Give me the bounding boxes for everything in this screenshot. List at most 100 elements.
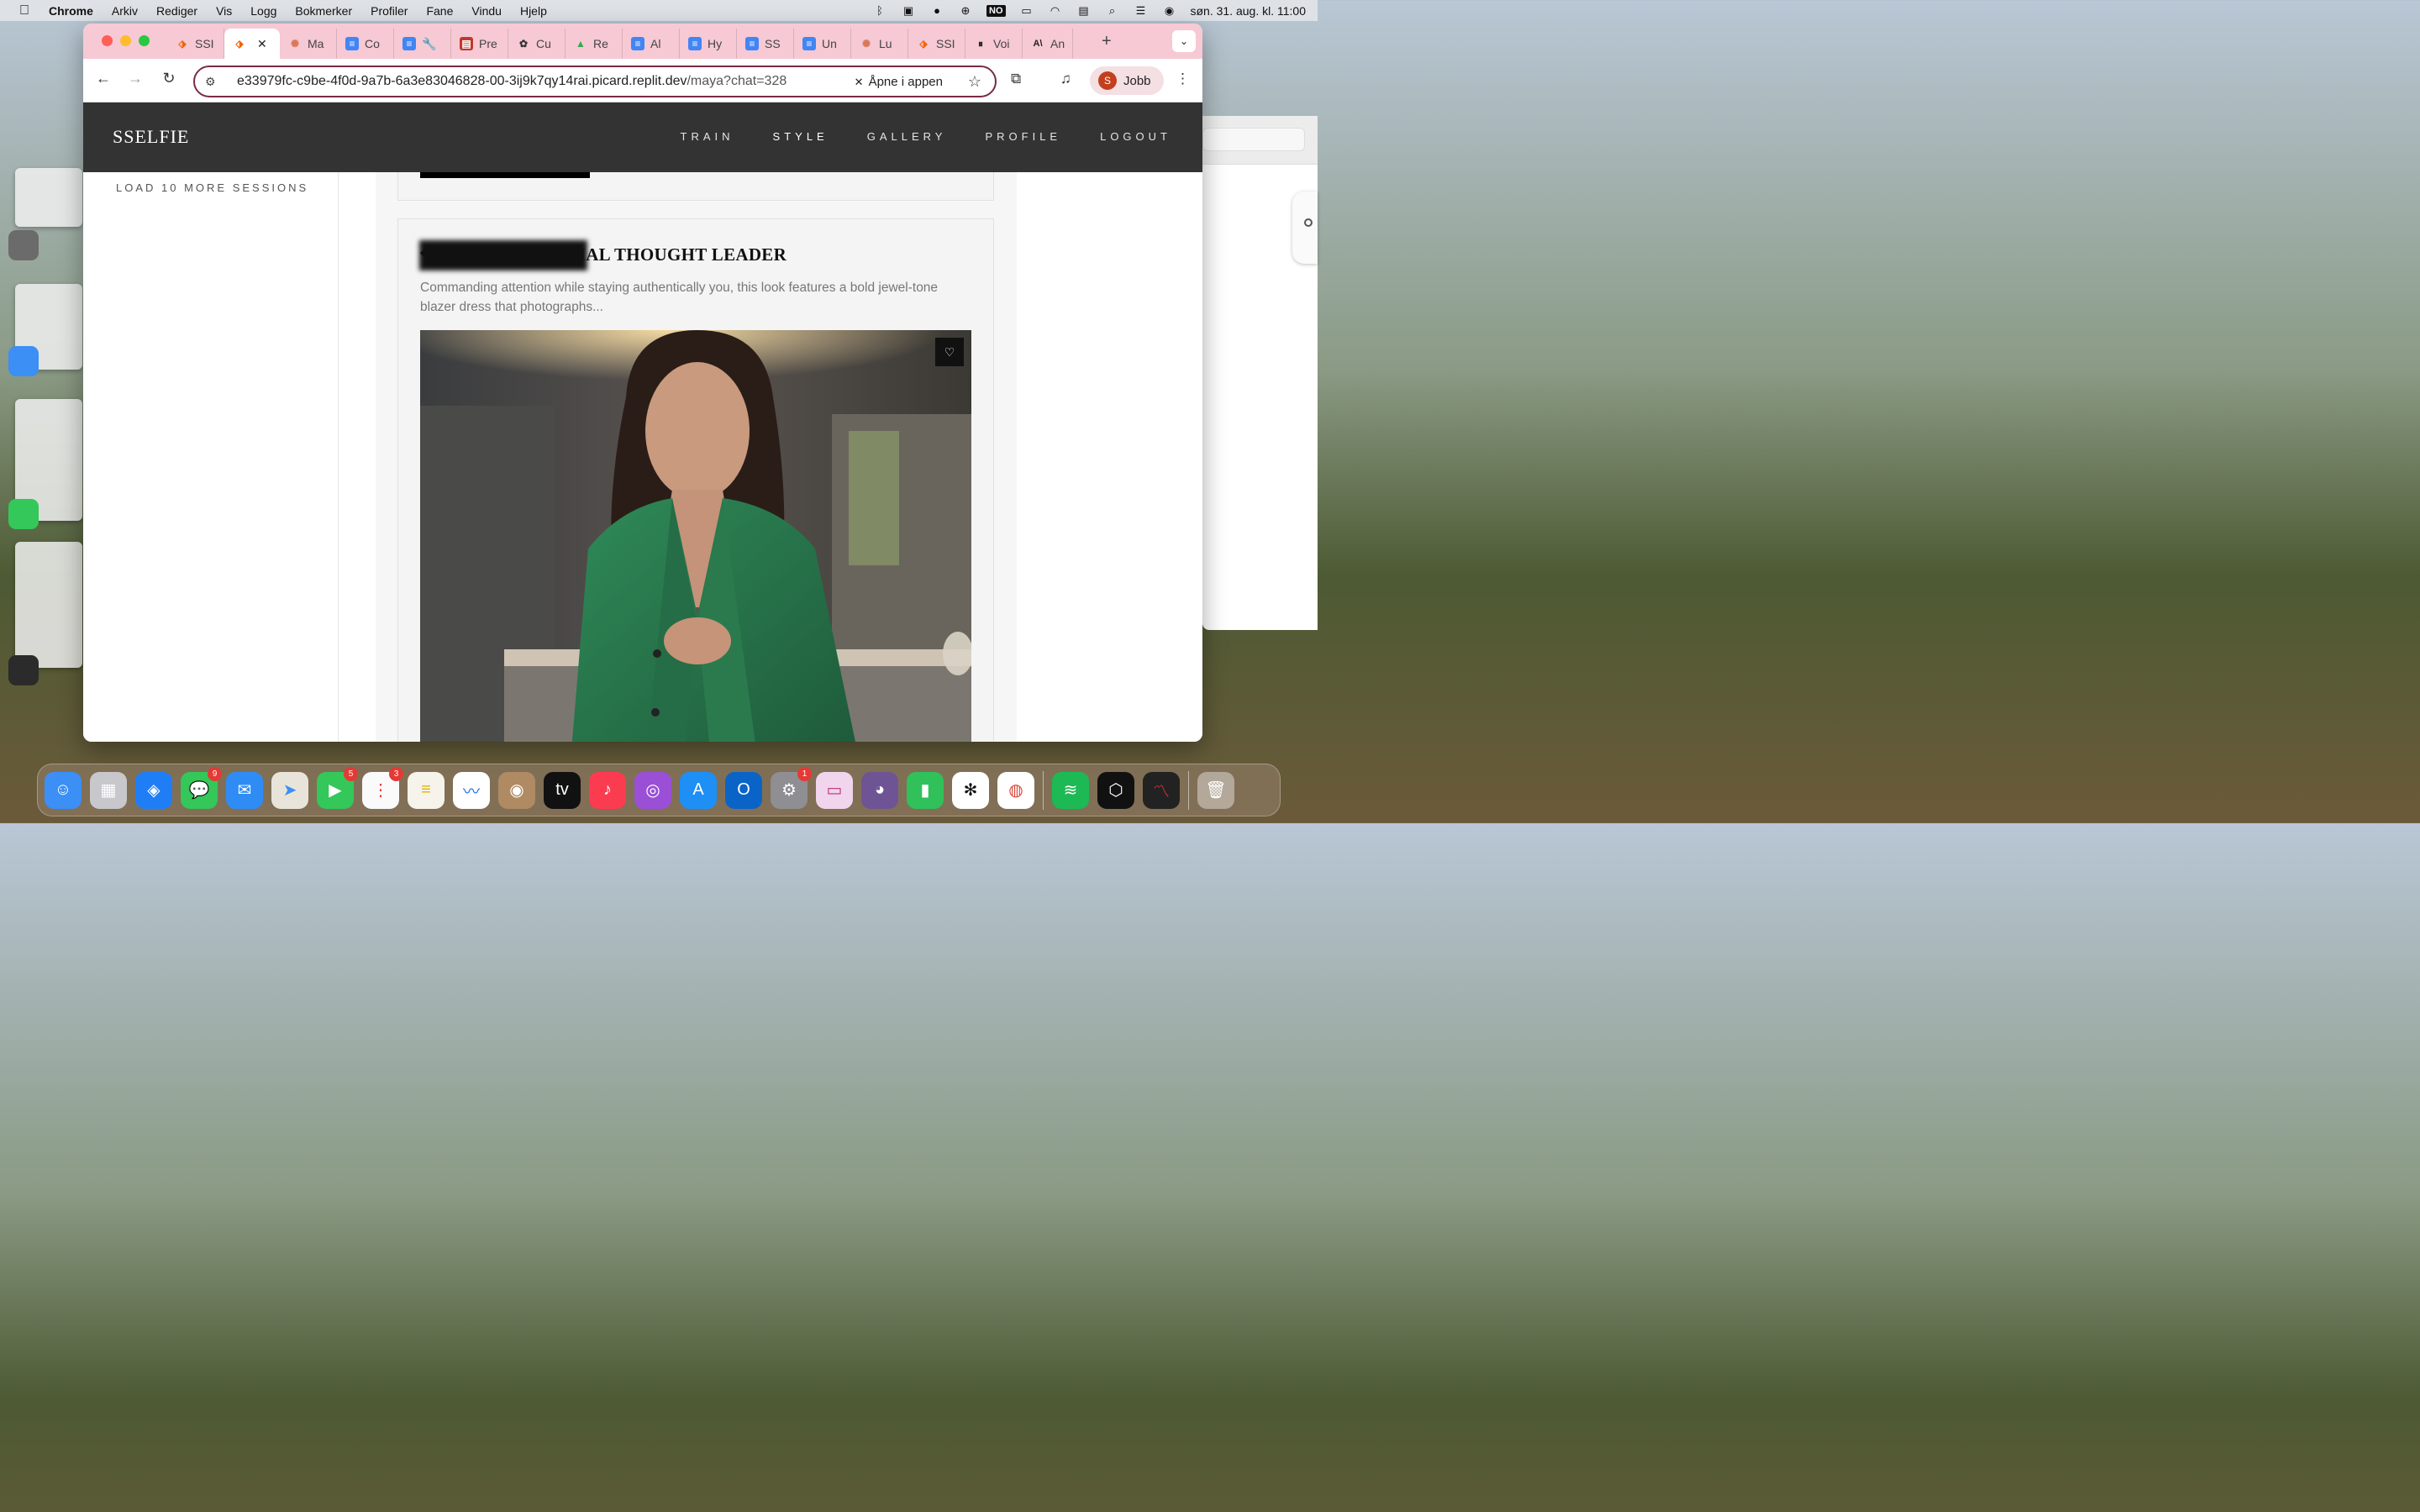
siri-icon[interactable]: ◉ bbox=[1162, 4, 1177, 17]
freeform-icon[interactable]: 〰 bbox=[453, 771, 490, 809]
spotify-icon[interactable]: ≋ bbox=[1052, 771, 1089, 809]
nav-gallery[interactable]: GALLERY bbox=[867, 130, 947, 143]
apple-tv-icon[interactable]: tv bbox=[544, 771, 581, 809]
tab[interactable]: ▤ Pre bbox=[451, 29, 508, 59]
open-in-app-button[interactable]: ✕ Åpne i appen bbox=[855, 75, 943, 89]
reload-icon[interactable]: ↻ bbox=[159, 70, 179, 87]
battery-icon[interactable]: ▭ bbox=[1019, 4, 1034, 17]
mail-icon[interactable]: ✉ bbox=[226, 771, 263, 809]
nav-style[interactable]: STYLE bbox=[773, 130, 829, 143]
background-window-search[interactable] bbox=[1202, 128, 1305, 151]
site-logo[interactable]: SSELFIE bbox=[113, 126, 189, 148]
menu-app-name[interactable]: Chrome bbox=[49, 4, 93, 18]
launchpad-icon[interactable]: ▦ bbox=[90, 771, 127, 809]
podcasts-icon[interactable]: ◎ bbox=[634, 771, 671, 809]
bookmark-star-icon[interactable]: ☆ bbox=[968, 73, 981, 91]
tab[interactable]: ≡ Hy bbox=[680, 29, 737, 59]
close-window-button[interactable] bbox=[102, 35, 113, 46]
stage-manager-window-thumb[interactable] bbox=[15, 542, 82, 668]
more-menu-icon[interactable]: ⋮ bbox=[1176, 71, 1190, 87]
screen-mirroring-icon[interactable]: ▤ bbox=[1076, 4, 1092, 17]
tab[interactable]: ≡ Un bbox=[794, 29, 851, 59]
menu-hjelp[interactable]: Hjelp bbox=[520, 4, 547, 18]
zoom-window-button[interactable] bbox=[139, 35, 150, 46]
tab-search-chevron-icon[interactable]: ⌄ bbox=[1172, 30, 1196, 52]
replit-icon: ⬗ bbox=[178, 38, 187, 50]
menu-rediger[interactable]: Rediger bbox=[156, 4, 197, 18]
grammarly-icon[interactable]: ● bbox=[929, 4, 944, 17]
maps-icon[interactable]: ➤ bbox=[271, 771, 308, 809]
side-widget[interactable] bbox=[1292, 192, 1318, 264]
tab[interactable]: ▲ Re bbox=[566, 29, 623, 59]
tab[interactable]: ⬗ SSI bbox=[167, 29, 224, 59]
voice-memos-icon[interactable]: 〽 bbox=[1143, 771, 1180, 809]
tab-active[interactable]: ⬗ ✕ bbox=[224, 29, 280, 59]
load-more-sessions-button[interactable]: LOAD 10 MORE SESSIONS bbox=[116, 181, 308, 194]
look-photo[interactable]: ♡ bbox=[420, 330, 971, 742]
new-tab-button[interactable]: + bbox=[1102, 32, 1112, 51]
reminders-icon[interactable]: ⋮ 3 bbox=[362, 766, 403, 809]
github-desktop-icon[interactable]: ◕ bbox=[861, 771, 898, 809]
safari-icon[interactable]: ◈ bbox=[135, 771, 172, 809]
perplexity-icon[interactable]: ✻ bbox=[952, 771, 989, 809]
system-settings-icon bbox=[8, 230, 39, 260]
extensions-puzzle-icon[interactable]: ⧉ bbox=[1011, 71, 1021, 87]
nav-train[interactable]: TRAIN bbox=[681, 130, 734, 143]
control-center-icon[interactable]: ☰ bbox=[1134, 4, 1149, 17]
back-arrow-icon[interactable]: ← bbox=[93, 70, 113, 87]
tab[interactable]: ✿ Cu bbox=[508, 29, 566, 59]
docs-icon: ≡ bbox=[631, 37, 644, 50]
numbers-icon[interactable]: ▮ bbox=[907, 771, 944, 809]
cursor-app-icon[interactable]: ⬡ bbox=[1097, 771, 1134, 809]
menu-vindu[interactable]: Vindu bbox=[471, 4, 502, 18]
notification-dot-icon bbox=[1304, 218, 1313, 227]
profile-button[interactable]: S Jobb bbox=[1090, 66, 1164, 95]
accessibility-icon[interactable]: ⊕ bbox=[958, 4, 973, 17]
menubar-clock[interactable]: søn. 31. aug. kl. 11:00 bbox=[1191, 4, 1307, 18]
menu-logg[interactable]: Logg bbox=[250, 4, 276, 18]
app-store-icon[interactable]: A bbox=[680, 771, 717, 809]
chrome-icon[interactable]: ◍ bbox=[997, 771, 1034, 809]
tab[interactable]: ⏸ Voi bbox=[965, 29, 1023, 59]
media-controls-icon[interactable]: ♫ bbox=[1060, 71, 1071, 87]
macos-menubar:  Chrome Arkiv Rediger Vis Logg Bokmerke… bbox=[0, 0, 1318, 21]
address-bar[interactable]: ⚙ e33979fc-c9be-4f0d-9a7b-6a3e83046828-0… bbox=[193, 66, 997, 97]
tab[interactable]: ✺ Ma bbox=[280, 29, 337, 59]
forward-arrow-icon[interactable]: → bbox=[125, 70, 145, 87]
apple-menu-icon[interactable]:  bbox=[0, 3, 49, 18]
finder-icon[interactable]: ☺ bbox=[45, 771, 82, 809]
system-settings-icon[interactable]: ⚙ 1 bbox=[771, 766, 812, 809]
facetime-icon[interactable]: ▶ 5 bbox=[317, 766, 358, 809]
menu-vis[interactable]: Vis bbox=[216, 4, 232, 18]
notes-icon[interactable]: ≡ bbox=[408, 771, 445, 809]
contacts-icon[interactable]: ◉ bbox=[498, 771, 535, 809]
stage-manager-window-thumb[interactable] bbox=[15, 168, 82, 227]
tab[interactable]: ≡ 🔧 bbox=[394, 29, 451, 59]
messages-icon[interactable]: 💬 9 bbox=[181, 766, 222, 809]
tab[interactable]: ⬗ SSI bbox=[908, 29, 965, 59]
favorite-heart-button[interactable]: ♡ bbox=[935, 338, 964, 366]
outlook-icon[interactable]: O bbox=[725, 771, 762, 809]
trash-icon[interactable]: 🗑 bbox=[1197, 771, 1234, 809]
bluetooth-icon[interactable]: ᛒ bbox=[872, 4, 887, 17]
input-source-badge[interactable]: NO bbox=[986, 4, 1006, 17]
close-tab-icon[interactable]: ✕ bbox=[257, 37, 267, 51]
wifi-icon[interactable]: ◠ bbox=[1048, 4, 1063, 17]
preview-icon[interactable]: ▭ bbox=[816, 771, 853, 809]
display-icon[interactable]: ▣ bbox=[901, 4, 916, 17]
menu-arkiv[interactable]: Arkiv bbox=[112, 4, 138, 18]
music-icon[interactable]: ♪ bbox=[589, 771, 626, 809]
menu-bokmerker[interactable]: Bokmerker bbox=[295, 4, 352, 18]
minimize-window-button[interactable] bbox=[120, 35, 131, 46]
tab[interactable]: ✺ Lu bbox=[851, 29, 908, 59]
site-info-icon[interactable]: ⚙ bbox=[205, 75, 222, 89]
nav-logout[interactable]: LOGOUT bbox=[1100, 130, 1171, 143]
menu-fane[interactable]: Fane bbox=[426, 4, 453, 18]
tab[interactable]: ≡ Al bbox=[623, 29, 680, 59]
menu-profiler[interactable]: Profiler bbox=[371, 4, 408, 18]
tab[interactable]: ≡ Co bbox=[337, 29, 394, 59]
tab[interactable]: ≡ SS bbox=[737, 29, 794, 59]
spotlight-search-icon[interactable]: ⌕ bbox=[1105, 4, 1120, 17]
tab[interactable]: A\ An bbox=[1023, 29, 1073, 59]
nav-profile[interactable]: PROFILE bbox=[985, 130, 1061, 143]
